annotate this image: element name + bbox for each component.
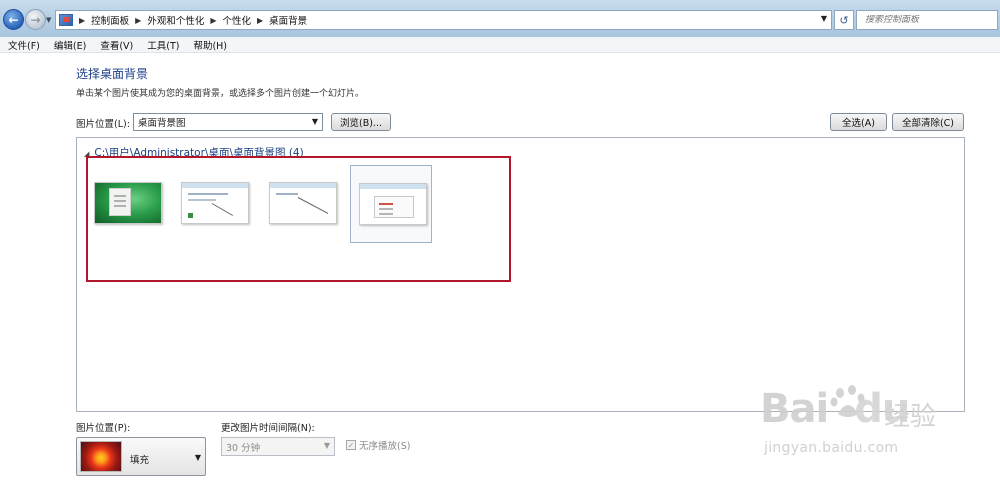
watermark-url: jingyan.baidu.com — [764, 440, 899, 456]
breadcrumb-personalization[interactable]: 个性化 — [223, 13, 252, 27]
chevron-down-icon: ▼ — [323, 441, 330, 450]
back-button[interactable]: ← — [3, 9, 24, 30]
shuffle-checkbox[interactable]: ✓ 无序播放(S) — [346, 438, 410, 452]
menu-bar: 文件(F) 编辑(E) 查看(V) 工具(T) 帮助(H) — [0, 37, 1000, 53]
annotation-highlight-box — [86, 156, 511, 282]
control-panel-icon — [59, 14, 73, 26]
breadcrumb-control-panel[interactable]: 控制面板 — [91, 13, 129, 27]
picture-location-label: 图片位置(L): — [76, 119, 130, 130]
menu-help[interactable]: 帮助(H) — [185, 38, 233, 52]
page-title: 选择桌面背景 — [76, 67, 149, 81]
checkbox-check-icon[interactable]: ✓ — [346, 440, 356, 450]
picture-location-value: 桌面背景图 — [138, 118, 186, 129]
clear-all-button[interactable]: 全部清除(C) — [892, 113, 964, 131]
forward-arrow-icon: → — [30, 12, 41, 27]
breadcrumb-appearance[interactable]: 外观和个性化 — [147, 13, 204, 27]
baidu-jingyan-watermark: Bai du 经验 jingyan.baidu.com — [760, 385, 992, 466]
search-input[interactable] — [865, 15, 985, 25]
recent-pages-dropdown-icon[interactable]: ▼ — [46, 16, 51, 24]
address-history-dropdown-icon[interactable]: ▼ — [821, 14, 827, 23]
fill-preview-image — [80, 441, 122, 472]
breadcrumb-separator-icon[interactable]: ▶ — [79, 16, 85, 25]
shuffle-label: 无序播放(S) — [359, 441, 411, 452]
back-arrow-icon: ← — [8, 12, 19, 27]
forward-button[interactable]: → — [25, 9, 46, 30]
interval-value: 30 分钟 — [226, 442, 261, 454]
menu-tools[interactable]: 工具(T) — [139, 38, 185, 52]
jingyan-brand-text: 经验 — [884, 402, 937, 432]
menu-view[interactable]: 查看(V) — [92, 38, 139, 52]
paw-icon — [830, 385, 865, 417]
interval-select[interactable]: 30 分钟 ▼ — [221, 437, 335, 456]
breadcrumb-separator-icon[interactable]: ▶ — [257, 16, 263, 25]
picture-location-select[interactable]: 桌面背景图 ▼ — [133, 113, 323, 131]
page-description: 单击某个图片使其成为您的桌面背景，或选择多个图片创建一个幻灯片。 — [76, 89, 365, 99]
menu-file[interactable]: 文件(F) — [0, 38, 46, 52]
picture-position-select[interactable]: 填充 ▼ — [76, 437, 206, 476]
select-all-button[interactable]: 全选(A) — [830, 113, 887, 131]
search-box[interactable] — [856, 10, 998, 30]
browse-button[interactable]: 浏览(B)... — [331, 113, 391, 131]
navigation-bar: ← → ▼ ▶ 控制面板 ▶ 外观和个性化 ▶ 个性化 ▶ 桌面背景 ▼ ↺ — [0, 0, 1000, 37]
menu-edit[interactable]: 编辑(E) — [46, 38, 92, 52]
refresh-icon: ↺ — [839, 13, 849, 27]
breadcrumb-separator-icon[interactable]: ▶ — [210, 16, 216, 25]
picture-position-value: 填充 — [130, 455, 150, 466]
refresh-button[interactable]: ↺ — [834, 10, 854, 30]
chevron-down-icon: ▼ — [194, 453, 201, 462]
breadcrumb-desktop-background[interactable]: 桌面背景 — [269, 13, 307, 27]
address-bar[interactable]: ▶ 控制面板 ▶ 外观和个性化 ▶ 个性化 ▶ 桌面背景 ▼ — [55, 10, 832, 30]
breadcrumb-separator-icon[interactable]: ▶ — [135, 16, 141, 25]
chevron-down-icon: ▼ — [311, 117, 318, 126]
interval-label: 更改图片时间间隔(N): — [221, 423, 315, 434]
picture-position-label: 图片位置(P): — [76, 423, 131, 434]
